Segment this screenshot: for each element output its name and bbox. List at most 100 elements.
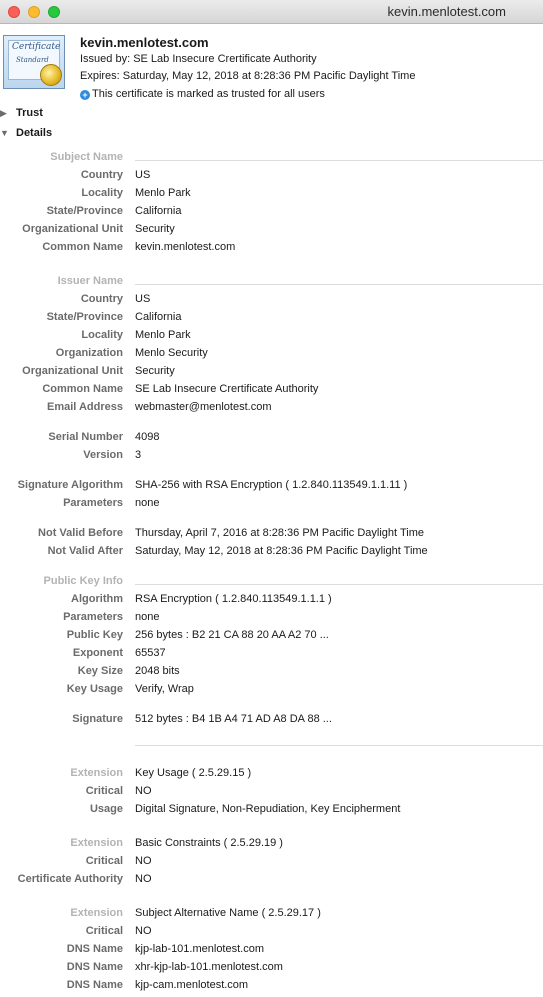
field-label: Organizational Unit — [22, 365, 123, 377]
field-label: Common Name — [42, 383, 123, 395]
certificate-title: kevin.menlotest.com — [80, 35, 209, 50]
ext-basic-critical-row: Critical NO — [0, 855, 543, 873]
field-value: kjp-lab-101.menlotest.com — [135, 943, 265, 955]
window-title: kevin.menlotest.com — [387, 4, 507, 19]
field-label: Locality — [81, 187, 123, 199]
field-label: DNS Name — [66, 979, 123, 991]
field-value: US — [135, 293, 151, 305]
field-label: Common Name — [42, 241, 123, 253]
issuer-org-unit-row: Organizational Unit Security — [0, 365, 543, 383]
field-value: NO — [135, 855, 152, 867]
ext-basic-constraints-row: Extension Basic Constraints ( 2.5.29.19 … — [0, 837, 543, 855]
field-value: Menlo Park — [135, 329, 191, 341]
field-label: Organizational Unit — [22, 223, 123, 235]
field-value: SE Lab Insecure Crertificate Authority — [135, 383, 319, 395]
details-disclosure[interactable]: ▼ Details — [0, 127, 52, 139]
field-label: Parameters — [63, 497, 123, 509]
divider — [135, 584, 543, 585]
certificate-icon-word2: Standard — [16, 56, 49, 64]
key-size-row: Key Size 2048 bits — [0, 665, 543, 683]
trust-label: Trust — [16, 107, 43, 119]
signature-algorithm-row: Signature Algorithm SHA-256 with RSA Enc… — [0, 479, 543, 497]
minimize-window-button[interactable] — [28, 6, 40, 18]
field-label: DNS Name — [66, 943, 123, 955]
field-value: SHA-256 with RSA Encryption ( 1.2.840.11… — [135, 479, 408, 491]
field-value: Saturday, May 12, 2018 at 8:28:36 PM Pac… — [135, 545, 428, 557]
field-value: California — [135, 311, 182, 323]
certificate-icon-word1: Certificate — [12, 42, 61, 52]
field-label: State/Province — [46, 311, 123, 323]
key-usage-row: Key Usage Verify, Wrap — [0, 683, 543, 701]
disclosure-right-icon: ▶ — [0, 108, 7, 118]
field-value: Key Usage ( 2.5.29.15 ) — [135, 767, 252, 779]
field-value: 512 bytes : B4 1B A4 71 AD A8 DA 88 ... — [135, 713, 332, 725]
field-label: Parameters — [63, 611, 123, 623]
subject-org-unit-row: Organizational Unit Security — [0, 223, 543, 241]
pk-algorithm-row: Algorithm RSA Encryption ( 1.2.840.11354… — [0, 593, 543, 611]
field-label: Country — [80, 169, 123, 181]
details-label: Details — [16, 127, 53, 139]
field-value: none — [135, 497, 160, 509]
field-label: Signature Algorithm — [17, 479, 123, 491]
window-titlebar: kevin.menlotest.com — [0, 0, 543, 24]
field-label: Public Key — [66, 629, 123, 641]
field-value: Menlo Security — [135, 347, 208, 359]
field-label: Algorithm — [71, 593, 123, 605]
field-value: Subject Alternative Name ( 2.5.29.17 ) — [135, 907, 321, 919]
exponent-row: Exponent 65537 — [0, 647, 543, 665]
certificate-issuer: Issued by: SE Lab Insecure Crertificate … — [80, 53, 317, 65]
field-label: Extension — [70, 767, 123, 779]
signature-parameters-row: Parameters none — [0, 497, 543, 515]
section-heading: Issuer Name — [57, 275, 123, 287]
field-label: Version — [83, 449, 123, 461]
field-label: Usage — [89, 803, 123, 815]
field-label: Key Size — [77, 665, 123, 677]
field-label: DNS Name — [66, 961, 123, 973]
field-label: Not Valid After — [47, 545, 123, 557]
zoom-window-button[interactable] — [48, 6, 60, 18]
field-label: State/Province — [46, 205, 123, 217]
field-label: Certificate Authority — [17, 873, 123, 885]
ext-key-usage-critical-row: Critical NO — [0, 785, 543, 803]
pk-parameters-row: Parameters none — [0, 611, 543, 629]
section-heading: Subject Name — [50, 151, 123, 163]
field-value: NO — [135, 785, 152, 797]
divider — [135, 284, 543, 285]
field-label: Organization — [55, 347, 123, 359]
field-label: Email Address — [46, 401, 123, 413]
field-value: xhr-kjp-lab-101.menlotest.com — [135, 961, 283, 973]
field-value: Menlo Park — [135, 187, 191, 199]
field-value: Digital Signature, Non-Repudiation, Key … — [135, 803, 401, 815]
field-value: US — [135, 169, 151, 181]
close-window-button[interactable] — [8, 6, 20, 18]
trusted-plus-icon: + — [80, 90, 90, 100]
field-label: Signature — [72, 713, 123, 725]
issuer-common-name-row: Common Name SE Lab Insecure Crertificate… — [0, 383, 543, 401]
field-label: Locality — [81, 329, 123, 341]
field-value: kjp-cam.menlotest.com — [135, 979, 249, 991]
field-value: Security — [135, 365, 175, 377]
certificate-expiry: Expires: Saturday, May 12, 2018 at 8:28:… — [80, 70, 416, 82]
field-value: none — [135, 611, 160, 623]
issuer-country-row: Country US — [0, 293, 543, 311]
subject-locality-row: Locality Menlo Park — [0, 187, 543, 205]
field-value: 2048 bits — [135, 665, 180, 677]
not-valid-before-row: Not Valid Before Thursday, April 7, 2016… — [0, 527, 543, 545]
dns-name-row: DNS Name kjp-lab-101.menlotest.com — [0, 943, 543, 961]
ext-san-row: Extension Subject Alternative Name ( 2.5… — [0, 907, 543, 925]
field-label: Extension — [70, 837, 123, 849]
field-value: webmaster@menlotest.com — [135, 401, 272, 413]
divider — [135, 745, 543, 746]
field-value: NO — [135, 873, 152, 885]
section-heading: Public Key Info — [43, 575, 123, 587]
field-label: Critical — [85, 785, 123, 797]
field-value: NO — [135, 925, 152, 937]
field-value: 4098 — [135, 431, 160, 443]
field-value: Verify, Wrap — [135, 683, 194, 695]
trust-disclosure[interactable]: ▶ Trust — [0, 107, 43, 119]
public-key-row: Public Key 256 bytes : B2 21 CA 88 20 AA… — [0, 629, 543, 647]
dns-name-row: DNS Name xhr-kjp-lab-101.menlotest.com — [0, 961, 543, 979]
issuer-email-row: Email Address webmaster@menlotest.com — [0, 401, 543, 419]
field-label: Key Usage — [66, 683, 123, 695]
field-label: Critical — [85, 925, 123, 937]
